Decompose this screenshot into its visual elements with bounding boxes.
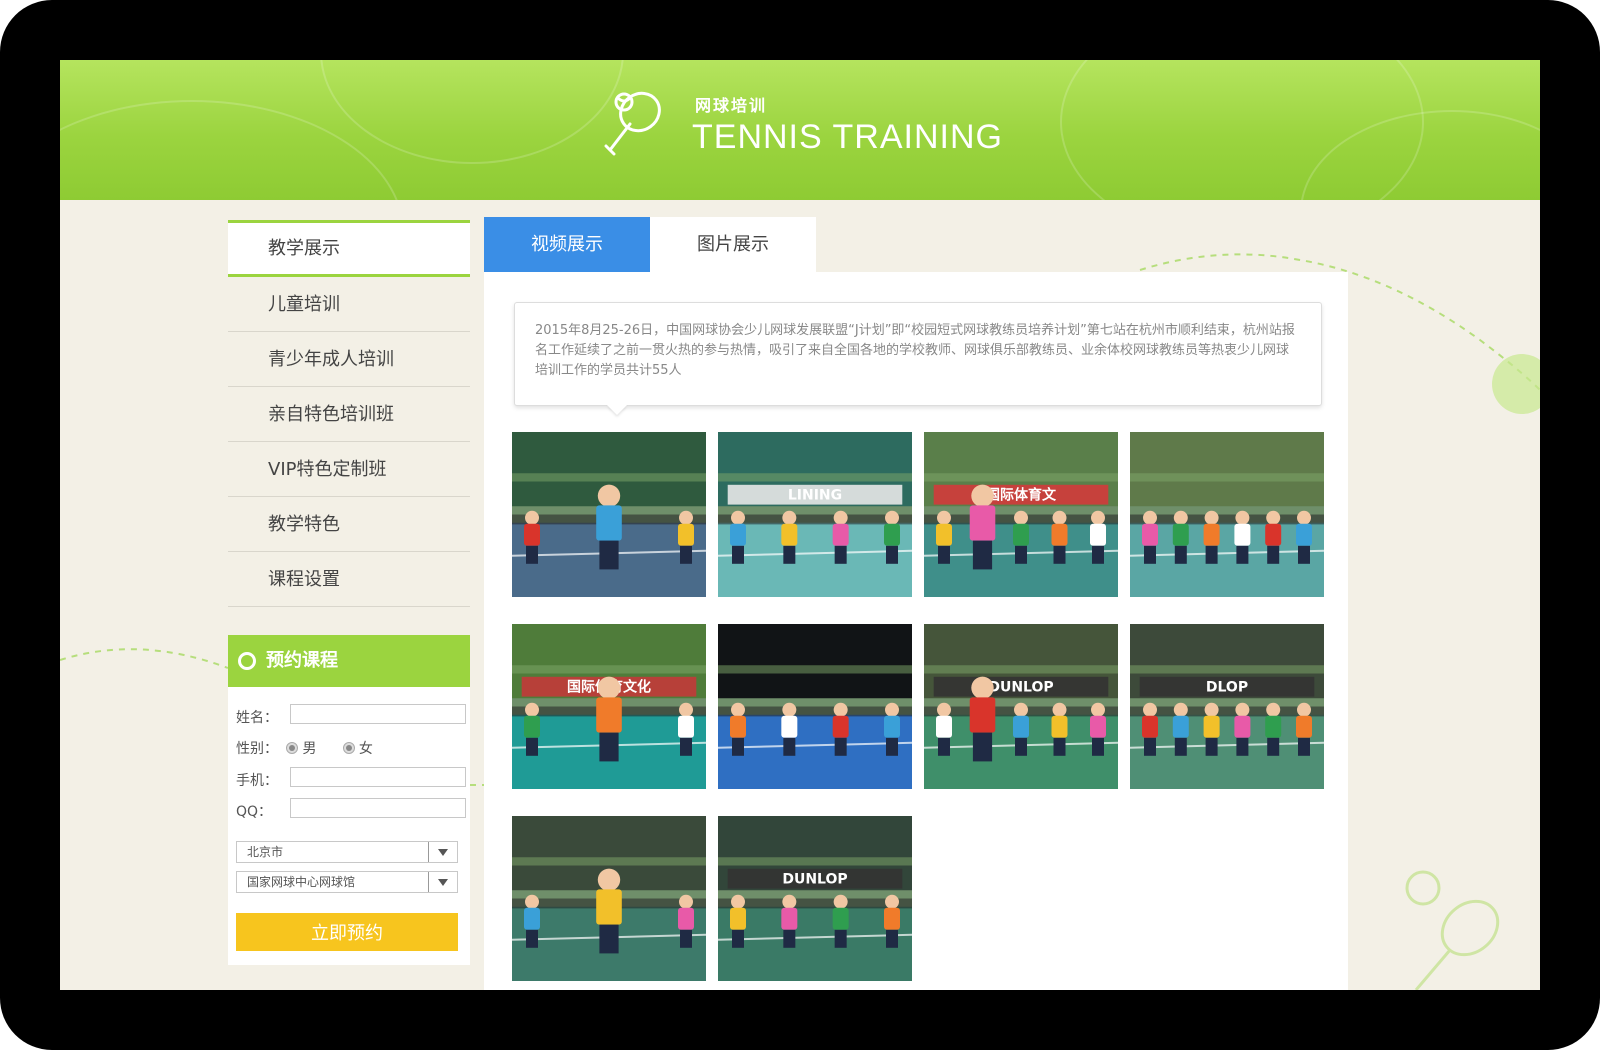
city-select[interactable]: 北京市 — [236, 841, 458, 863]
radio-icon — [286, 742, 299, 754]
qq-row: QQ： — [236, 798, 466, 821]
gender-label: 性别： — [236, 741, 278, 757]
tab-photos[interactable]: 图片展示 — [650, 217, 816, 272]
gallery-photo-kid-pink-skirt-coach[interactable] — [512, 816, 706, 981]
chevron-down-icon — [428, 842, 457, 862]
name-input[interactable] — [290, 704, 466, 724]
gallery-photo-coach-green-shirt-banner[interactable]: 国际体育文 — [924, 432, 1118, 597]
city-select-value: 北京市 — [247, 845, 284, 859]
chevron-down-icon — [428, 872, 457, 892]
gallery-photo-coach-kneeling-kids[interactable]: DLOP — [1130, 624, 1324, 789]
gender-male-radio[interactable]: 男 — [286, 741, 320, 757]
gallery-photo-group-photo-blue-court[interactable] — [718, 624, 912, 789]
sidebar-item-teaching-features[interactable]: 教学特色 — [228, 497, 470, 552]
gallery-photo-kids-indoor-court[interactable] — [512, 432, 706, 597]
svg-text:LINING: LINING — [788, 488, 842, 504]
gender-female-label: 女 — [358, 741, 373, 757]
sidebar-menu: 教学展示 儿童培训 青少年成人培训 亲自特色培训班 VIP特色定制班 教学特色 … — [228, 220, 470, 607]
sidebar-item-youth-adult-training[interactable]: 青少年成人培训 — [228, 332, 470, 387]
sidebar-item-label: 课程设置 — [268, 569, 340, 590]
circle-icon — [238, 652, 256, 670]
description-box: 2015年8月25-26日，中国网球协会少儿网球发展联盟“J计划”即“校园短式网… — [514, 302, 1322, 406]
radio-icon — [342, 742, 355, 754]
venue-select-value: 国家网球中心网球馆 — [247, 875, 356, 889]
gallery-photo-kids-practice-green[interactable]: DUNLOP — [924, 624, 1118, 789]
svg-text:DLOP: DLOP — [1206, 680, 1248, 696]
booking-form: 预约课程 姓名： 性别： 男 女 手机： QQ： 北京市 国家网球中心网球馆 立… — [228, 635, 470, 965]
device-frame: 网球培训 TENNIS TRAINING 教学展示 儿童培训 青少年成人培训 亲… — [0, 0, 1600, 1050]
gallery-photo-coach-portrait-cap[interactable]: 国际体育文化 — [512, 624, 706, 789]
name-row: 姓名： — [236, 704, 466, 727]
sidebar-item-label: 亲自特色培训班 — [268, 404, 394, 425]
sidebar-item-label: VIP特色定制班 — [268, 459, 387, 480]
phone-label: 手机： — [236, 773, 278, 789]
venue-select[interactable]: 国家网球中心网球馆 — [236, 871, 458, 893]
sidebar-item-label: 教学展示 — [268, 238, 340, 259]
booking-title: 预约课程 — [266, 650, 338, 671]
booking-header: 预约课程 — [228, 635, 470, 687]
qq-label: QQ： — [236, 804, 273, 820]
sidebar-item-label: 儿童培训 — [268, 294, 340, 315]
svg-text:DUNLOP: DUNLOP — [782, 872, 847, 888]
sidebar-item-teaching-showcase[interactable]: 教学展示 — [228, 220, 470, 277]
sidebar-item-label: 青少年成人培训 — [268, 349, 394, 370]
content-panel: 2015年8月25-26日，中国网球协会少儿网球发展联盟“J计划”即“校园短式网… — [484, 272, 1348, 990]
gender-female-radio[interactable]: 女 — [342, 741, 373, 757]
gender-male-label: 男 — [302, 741, 317, 757]
sidebar-item-course-settings[interactable]: 课程设置 — [228, 552, 470, 607]
screen: 网球培训 TENNIS TRAINING 教学展示 儿童培训 青少年成人培训 亲… — [60, 60, 1540, 990]
svg-text:DUNLOP: DUNLOP — [988, 680, 1053, 696]
tab-video[interactable]: 视频展示 — [484, 217, 650, 272]
sidebar-item-label: 教学特色 — [268, 514, 340, 535]
svg-text:国际体育文: 国际体育文 — [986, 487, 1057, 504]
phone-input[interactable] — [290, 767, 466, 787]
gallery-photo-kids-line-net[interactable]: DUNLOP — [718, 816, 912, 981]
sidebar-item-special-class[interactable]: 亲自特色培训班 — [228, 387, 470, 442]
gallery-photo-kids-sitting-court[interactable] — [1130, 432, 1324, 597]
sidebar-item-children-training[interactable]: 儿童培训 — [228, 277, 470, 332]
gender-row: 性别： 男 女 — [236, 738, 373, 758]
gallery-photo-coach-red-shirt-lining[interactable]: LINING — [718, 432, 912, 597]
book-now-button[interactable]: 立即预约 — [236, 913, 458, 951]
qq-input[interactable] — [290, 798, 466, 818]
sidebar-item-vip-class[interactable]: VIP特色定制班 — [228, 442, 470, 497]
phone-row: 手机： — [236, 767, 466, 790]
name-label: 姓名： — [236, 710, 278, 726]
